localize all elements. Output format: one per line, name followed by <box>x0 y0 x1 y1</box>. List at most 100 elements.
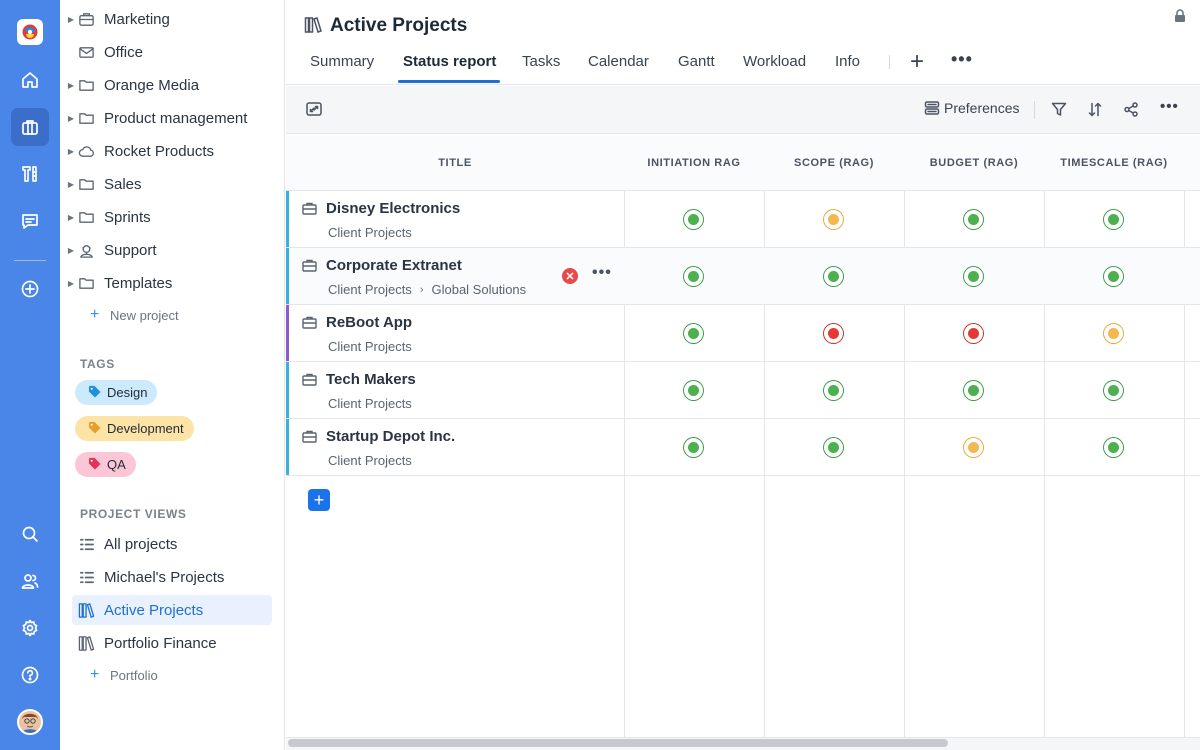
settings-button[interactable] <box>11 609 49 647</box>
sidebar-folder-item[interactable]: ▶ Sales <box>60 169 285 199</box>
project-path-segment[interactable]: Client Projects <box>328 453 412 468</box>
add-row-button[interactable]: + <box>308 489 330 511</box>
rag-status-green[interactable] <box>824 438 843 457</box>
tab-calendar[interactable]: Calendar <box>588 53 649 70</box>
rag-status-green[interactable] <box>684 381 703 400</box>
rag-status-green[interactable] <box>684 438 703 457</box>
project-path-segment[interactable]: Client Projects <box>328 339 412 354</box>
lock-icon[interactable] <box>1174 9 1186 28</box>
column-header-timescale-rag[interactable]: TIMESCALE (RAG) <box>1044 135 1184 191</box>
rag-status-amber[interactable] <box>824 210 843 229</box>
caret-right-icon[interactable]: ▶ <box>60 15 78 24</box>
toolbar-more-button[interactable]: ••• <box>1160 98 1179 115</box>
caret-right-icon[interactable]: ▶ <box>60 213 78 222</box>
chat-button[interactable] <box>11 202 49 240</box>
app-rail <box>0 0 60 750</box>
table-row[interactable]: Disney Electronics Client Projects <box>286 191 1200 248</box>
caret-right-icon[interactable]: ▶ <box>60 246 78 255</box>
column-header-scope-rag[interactable]: SCOPE (RAG) <box>764 135 904 191</box>
tab-summary[interactable]: Summary <box>310 53 374 70</box>
row-more-button[interactable]: ••• <box>592 264 612 282</box>
sidebar-folder-item[interactable]: ▶ Orange Media <box>60 70 285 100</box>
sort-button[interactable] <box>1087 102 1103 117</box>
tab-status-report[interactable]: Status report <box>403 53 496 70</box>
tag-chip[interactable]: Development <box>75 416 194 441</box>
table-row[interactable]: Tech Makers Client Projects <box>286 362 1200 419</box>
sidebar-folder-item[interactable]: ▶ Rocket Products <box>60 136 285 166</box>
rag-status-green[interactable] <box>964 210 983 229</box>
project-name[interactable]: Startup Depot Inc. <box>326 428 455 445</box>
project-name[interactable]: Corporate Extranet <box>326 257 462 274</box>
column-header-title[interactable]: TITLE <box>286 135 624 191</box>
rag-status-green[interactable] <box>684 210 703 229</box>
sidebar-view-item[interactable]: Active Projects <box>72 595 272 625</box>
app-logo[interactable] <box>17 19 43 45</box>
sidebar-folder-item[interactable]: ▶ Sprints <box>60 202 285 232</box>
rag-status-green[interactable] <box>684 267 703 286</box>
sidebar-view-item[interactable]: Michael's Projects <box>60 562 285 592</box>
add-portfolio-button[interactable]: + Portfolio <box>90 666 158 684</box>
sidebar-folder-item[interactable]: ▶ Marketing <box>60 4 285 34</box>
tab-info[interactable]: Info <box>835 53 860 70</box>
preferences-button[interactable]: Preferences <box>924 100 1019 116</box>
rag-status-amber[interactable] <box>964 438 983 457</box>
project-name[interactable]: ReBoot App <box>326 314 412 331</box>
sidebar-folder-item[interactable]: ▶ Product management <box>60 103 285 133</box>
rag-status-red[interactable] <box>824 324 843 343</box>
new-project-button[interactable]: + New project <box>90 306 179 324</box>
column-header-initiation-rag[interactable]: INITIATION RAG <box>624 135 764 191</box>
sidebar-folder-item[interactable]: Office <box>60 37 285 67</box>
add-button[interactable] <box>11 270 49 308</box>
tab-tasks[interactable]: Tasks <box>522 53 560 70</box>
project-path-segment[interactable]: Client Projects <box>328 396 412 411</box>
tools-button[interactable] <box>11 155 49 193</box>
books-icon <box>78 635 104 652</box>
table-row[interactable]: Corporate Extranet Client Projects › Global… <box>286 248 1200 305</box>
project-name[interactable]: Disney Electronics <box>326 200 460 217</box>
rag-status-green[interactable] <box>684 324 703 343</box>
tag-chip[interactable]: Design <box>75 380 158 405</box>
expand-button[interactable] <box>306 102 322 116</box>
rag-status-red[interactable] <box>964 324 983 343</box>
people-button[interactable] <box>11 562 49 600</box>
caret-right-icon[interactable]: ▶ <box>60 114 78 123</box>
sidebar-folder-item[interactable]: ▶ Support <box>60 235 285 265</box>
sidebar-folder-item[interactable]: ▶ Templates <box>60 268 285 298</box>
rag-status-green[interactable] <box>1104 381 1123 400</box>
horizontal-scrollbar-thumb[interactable] <box>288 739 948 747</box>
rag-status-green[interactable] <box>1104 267 1123 286</box>
user-avatar[interactable] <box>17 709 43 735</box>
filter-button[interactable] <box>1051 102 1067 117</box>
tabs-more-button[interactable]: ••• <box>951 49 973 70</box>
help-button[interactable] <box>11 656 49 694</box>
tab-gantt[interactable]: Gantt <box>678 53 715 70</box>
caret-right-icon[interactable]: ▶ <box>60 279 78 288</box>
project-path-segment[interactable]: Client Projects <box>328 225 412 240</box>
rag-status-green[interactable] <box>1104 210 1123 229</box>
tag-chip[interactable]: QA <box>75 452 136 477</box>
project-path-segment[interactable]: Client Projects <box>328 282 412 297</box>
rag-status-green[interactable] <box>824 381 843 400</box>
caret-right-icon[interactable]: ▶ <box>60 147 78 156</box>
home-button[interactable] <box>11 61 49 99</box>
rag-status-green[interactable] <box>1104 438 1123 457</box>
remove-icon[interactable]: ✕ <box>562 268 578 284</box>
rag-status-green[interactable] <box>824 267 843 286</box>
table-row[interactable]: Startup Depot Inc. Client Projects <box>286 419 1200 476</box>
rag-status-green[interactable] <box>964 267 983 286</box>
caret-right-icon[interactable]: ▶ <box>60 180 78 189</box>
rag-status-green[interactable] <box>964 381 983 400</box>
table-row[interactable]: ReBoot App Client Projects <box>286 305 1200 362</box>
rag-status-amber[interactable] <box>1104 324 1123 343</box>
projects-button[interactable] <box>11 108 49 146</box>
search-button[interactable] <box>11 515 49 553</box>
add-tab-button[interactable]: + <box>910 48 924 76</box>
tab-workload[interactable]: Workload <box>743 53 806 70</box>
column-header-budget-rag[interactable]: BUDGET (RAG) <box>904 135 1044 191</box>
sidebar-view-item[interactable]: Portfolio Finance <box>60 628 285 658</box>
caret-right-icon[interactable]: ▶ <box>60 81 78 90</box>
project-path-segment[interactable]: Global Solutions <box>431 282 526 297</box>
share-button[interactable] <box>1123 102 1139 117</box>
project-name[interactable]: Tech Makers <box>326 371 416 388</box>
sidebar-view-item[interactable]: All projects <box>60 529 285 559</box>
